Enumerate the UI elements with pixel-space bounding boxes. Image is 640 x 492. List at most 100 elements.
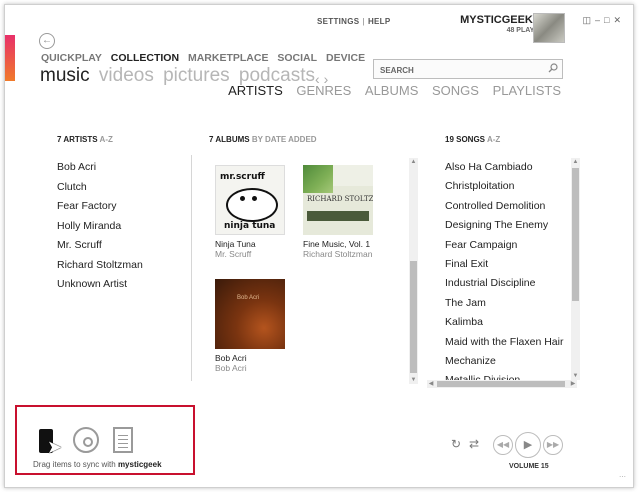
tab-songs[interactable]: SONGS bbox=[432, 83, 479, 98]
list-item[interactable]: Industrial Discipline bbox=[445, 274, 565, 293]
artists-sort[interactable]: A-Z bbox=[100, 135, 113, 144]
album-tile[interactable]: mr.scruff ninja tuna Ninja Tuna Mr. Scru… bbox=[215, 165, 289, 259]
cover-art-shape bbox=[226, 188, 278, 222]
resize-grip-icon[interactable]: ⋯ bbox=[619, 473, 627, 481]
help-link[interactable]: HELP bbox=[368, 17, 391, 26]
cover-art-shape bbox=[303, 165, 333, 193]
username[interactable]: MYSTICGEEK1 bbox=[460, 14, 539, 26]
album-artist[interactable]: Richard Stoltzman bbox=[303, 249, 377, 259]
scrollbar-thumb[interactable] bbox=[437, 381, 565, 387]
songs-horizontal-scrollbar[interactable]: ◀ ▶ bbox=[427, 380, 577, 388]
media-videos[interactable]: videos bbox=[99, 65, 154, 86]
search-box[interactable] bbox=[373, 59, 563, 80]
album-artist[interactable]: Mr. Scruff bbox=[215, 249, 289, 259]
artists-header: 7 ARTISTS A-Z bbox=[57, 135, 113, 144]
media-music[interactable]: music bbox=[40, 65, 90, 86]
next-button[interactable]: ▶▶ bbox=[543, 435, 563, 455]
shuffle-icon[interactable]: ⇄ bbox=[469, 437, 479, 451]
avatar[interactable] bbox=[533, 13, 565, 43]
list-item[interactable]: Clutch bbox=[57, 178, 143, 198]
albums-sort[interactable]: BY DATE ADDED bbox=[252, 135, 317, 144]
settings-link[interactable]: SETTINGS bbox=[317, 17, 359, 26]
cover-art-eye bbox=[240, 196, 245, 201]
album-tile[interactable]: RICHARD STOLTZMAN Fine Music, Vol. 1 Ric… bbox=[303, 165, 377, 259]
album-cover[interactable]: Bob Acri bbox=[215, 279, 285, 349]
repeat-icon[interactable]: ↻ bbox=[451, 437, 461, 451]
burn-disc-icon[interactable] bbox=[73, 427, 99, 453]
top-links: SETTINGS | HELP bbox=[317, 17, 391, 26]
list-item[interactable]: Final Exit bbox=[445, 255, 565, 274]
list-item[interactable]: Maid with the Flaxen Hair bbox=[445, 333, 565, 352]
songs-header: 19 SONGS A-Z bbox=[445, 135, 500, 144]
cover-art-eye bbox=[252, 196, 257, 201]
main-nav: QUICKPLAY COLLECTION MARKETPLACE SOCIAL … bbox=[41, 52, 371, 64]
tab-playlists[interactable]: PLAYLISTS bbox=[493, 83, 561, 98]
zune-window: ← SETTINGS | HELP MYSTICGEEK1 48 PLAYS ◫–□… bbox=[4, 4, 634, 488]
list-item[interactable]: Fear Campaign bbox=[445, 236, 565, 255]
scroll-up-icon[interactable]: ▲ bbox=[571, 158, 580, 166]
scroll-down-icon[interactable]: ▼ bbox=[409, 376, 418, 384]
scroll-up-icon[interactable]: ▲ bbox=[409, 158, 418, 166]
scroll-right-icon[interactable]: ▶ bbox=[569, 380, 577, 388]
list-item[interactable]: Designing The Enemy bbox=[445, 216, 565, 235]
list-item[interactable]: Bob Acri bbox=[57, 158, 143, 178]
list-item[interactable]: Richard Stoltzman bbox=[57, 256, 143, 276]
playlist-document-icon[interactable] bbox=[113, 427, 133, 453]
album-tile[interactable]: Bob Acri Bob Acri Bob Acri bbox=[215, 279, 289, 373]
sync-instruction: Drag items to sync with mysticgeek bbox=[33, 460, 162, 469]
nav-collection[interactable]: COLLECTION bbox=[111, 52, 179, 64]
close-icon[interactable]: ✕ bbox=[613, 15, 625, 25]
nav-device[interactable]: DEVICE bbox=[326, 52, 365, 64]
list-item[interactable]: The Jam bbox=[445, 294, 565, 313]
nav-marketplace[interactable]: MARKETPLACE bbox=[188, 52, 269, 64]
scrollbar-thumb[interactable] bbox=[410, 261, 417, 373]
list-item[interactable]: Mechanize bbox=[445, 352, 565, 371]
scrollbar-thumb[interactable] bbox=[572, 168, 579, 301]
minimize-icon[interactable]: – bbox=[595, 15, 604, 25]
list-item[interactable]: Kalimba bbox=[445, 313, 565, 332]
list-item[interactable]: Controlled Demolition bbox=[445, 197, 565, 216]
songs-scrollbar[interactable]: ▲ ▼ bbox=[571, 158, 580, 380]
albums-count: 7 ALBUMS bbox=[209, 135, 250, 144]
album-cover[interactable]: mr.scruff ninja tuna bbox=[215, 165, 285, 235]
cover-title: mr.scruff bbox=[220, 172, 265, 182]
list-item[interactable]: Christploitation bbox=[445, 177, 565, 196]
compact-mode-icon[interactable]: ◫ bbox=[582, 15, 595, 25]
list-item[interactable]: Holly Miranda bbox=[57, 217, 143, 237]
search-icon[interactable] bbox=[548, 63, 558, 73]
list-item[interactable]: Mr. Scruff bbox=[57, 236, 143, 256]
play-button[interactable]: ▶ bbox=[515, 432, 541, 458]
collection-subnav: ARTISTS GENRES ALBUMS SONGS PLAYLISTS bbox=[218, 83, 561, 98]
user-info[interactable]: MYSTICGEEK1 48 PLAYS bbox=[460, 14, 539, 34]
songs-count: 19 SONGS bbox=[445, 135, 486, 144]
album-cover[interactable]: RICHARD STOLTZMAN bbox=[303, 165, 373, 235]
album-title[interactable]: Bob Acri bbox=[215, 353, 289, 363]
albums-scrollbar[interactable]: ▲ ▼ bbox=[409, 158, 418, 384]
list-item[interactable]: Fear Factory bbox=[57, 197, 143, 217]
sync-device-name[interactable]: mysticgeek bbox=[118, 460, 162, 469]
tab-genres[interactable]: GENRES bbox=[296, 83, 351, 98]
tab-artists[interactable]: ARTISTS bbox=[228, 83, 283, 98]
volume-label[interactable]: VOLUME 15 bbox=[509, 463, 549, 470]
list-item[interactable]: Unknown Artist bbox=[57, 275, 143, 295]
cover-title: Bob Acri bbox=[237, 295, 260, 301]
brand-accent-bar bbox=[5, 35, 15, 81]
album-title[interactable]: Fine Music, Vol. 1 bbox=[303, 239, 377, 249]
back-arrow-icon[interactable]: ← bbox=[39, 33, 55, 49]
artists-list: Bob Acri Clutch Fear Factory Holly Miran… bbox=[57, 158, 143, 295]
nav-quickplay[interactable]: QUICKPLAY bbox=[41, 52, 102, 64]
cover-subtitle: ninja tuna bbox=[224, 221, 276, 231]
column-divider bbox=[191, 155, 192, 381]
list-item[interactable]: Also Ha Cambiado bbox=[445, 158, 565, 177]
scroll-down-icon[interactable]: ▼ bbox=[571, 372, 580, 380]
scroll-left-icon[interactable]: ◀ bbox=[427, 380, 435, 388]
album-artist[interactable]: Bob Acri bbox=[215, 363, 289, 373]
previous-button[interactable]: ◀◀ bbox=[493, 435, 513, 455]
link-separator: | bbox=[362, 17, 365, 26]
songs-sort[interactable]: A-Z bbox=[487, 135, 500, 144]
tab-albums[interactable]: ALBUMS bbox=[365, 83, 418, 98]
album-title[interactable]: Ninja Tuna bbox=[215, 239, 289, 249]
search-input[interactable] bbox=[374, 61, 540, 80]
nav-social[interactable]: SOCIAL bbox=[277, 52, 317, 64]
play-count: 48 PLAYS bbox=[506, 27, 539, 34]
